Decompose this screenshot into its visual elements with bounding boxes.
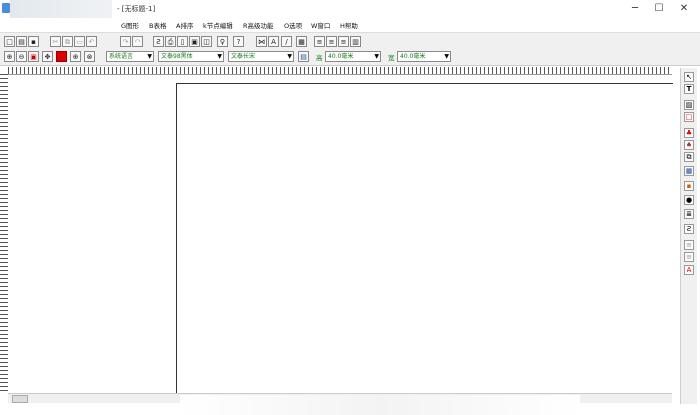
- right-toolbox: ↖ T ▨ □ ♣ ♠ ⧉ ▦ ▪ ● ≣ Ƨ ≡ ≡ A: [680, 68, 697, 404]
- cut-icon[interactable]: ✂: [50, 36, 61, 47]
- text-box-icon[interactable]: A: [268, 36, 279, 47]
- menu-options[interactable]: O选项: [284, 20, 302, 30]
- menu-bar: G图形 B表格 A排序 k节点编辑 R高级功能 O选项 W窗口 H帮助 - ▫ …: [0, 18, 700, 46]
- undo-icon[interactable]: ↶: [86, 36, 97, 47]
- grid-icon[interactable]: ▪: [684, 181, 694, 191]
- maximize-button[interactable]: ☐: [648, 2, 670, 16]
- help-icon[interactable]: ?: [233, 36, 244, 47]
- chevron-down-icon: ▼: [287, 53, 292, 60]
- layer-icon[interactable]: ▤: [298, 51, 309, 62]
- width-input[interactable]: 40.0毫米 ▼: [397, 51, 451, 62]
- fill-icon[interactable]: ♣: [684, 128, 694, 138]
- line-down-icon[interactable]: ≡: [684, 252, 694, 262]
- menu-window[interactable]: W窗口: [311, 20, 330, 30]
- height-label: 高: [316, 54, 323, 62]
- scrollbar-thumb[interactable]: [12, 395, 28, 403]
- text-tool-icon[interactable]: T: [684, 84, 694, 94]
- align-right-icon[interactable]: ≡: [338, 36, 349, 47]
- height-input[interactable]: 40.0毫米 ▼: [325, 51, 381, 62]
- app-icon: [2, 3, 10, 13]
- copy-obj-icon[interactable]: ⧉: [684, 152, 694, 162]
- chevron-down-icon: ▼: [444, 53, 449, 60]
- font-name-select[interactable]: 文泰98黑体 ▼: [158, 51, 224, 62]
- copy-icon[interactable]: ⧉: [62, 36, 73, 47]
- move-icon[interactable]: ✥: [42, 51, 53, 62]
- bold-t-icon[interactable]: Ƨ: [153, 36, 164, 47]
- table-tool-icon[interactable]: ▦: [684, 166, 694, 176]
- image-frame-icon[interactable]: ◫: [201, 36, 212, 47]
- line-up-icon[interactable]: ≡: [684, 240, 694, 250]
- indent-icon[interactable]: Ƨ: [684, 224, 694, 234]
- select-rect-icon[interactable]: ▣: [28, 51, 39, 62]
- menu-graphics[interactable]: G图形: [121, 20, 139, 30]
- stroke-icon[interactable]: ♠: [684, 140, 694, 150]
- text-effect-icon[interactable]: A: [684, 265, 694, 275]
- rect-tool-icon[interactable]: □: [684, 112, 694, 122]
- open-icon[interactable]: ▤: [16, 36, 27, 47]
- format-toolbar: ⊕ ⊖ ▣ ✥ ⊕ ⊗ 系统语言 ▼ 文泰98黑体 ▼ 文泰长宋 ▼ ▤ 高 4…: [0, 48, 700, 66]
- redo-icon[interactable]: ↷: [120, 36, 131, 47]
- path-icon[interactable]: ⋈: [256, 36, 267, 47]
- zoom-out-icon[interactable]: ⊖: [16, 51, 27, 62]
- chevron-down-icon: ▼: [217, 53, 222, 60]
- zoom-in-icon[interactable]: ⊕: [4, 51, 15, 62]
- save-icon[interactable]: ▪: [28, 36, 39, 47]
- menu-sort[interactable]: A排序: [176, 20, 193, 30]
- page-icon[interactable]: ▯: [177, 36, 188, 47]
- print-icon[interactable]: ⎙: [165, 36, 176, 47]
- pointer-icon[interactable]: ↖: [684, 72, 694, 82]
- width-label: 宽: [388, 54, 395, 62]
- chevron-down-icon: ▼: [147, 53, 152, 60]
- zoom-minus-icon[interactable]: ⊗: [84, 51, 95, 62]
- menu-node-edit[interactable]: k节点编辑: [203, 20, 233, 30]
- align-justify-icon[interactable]: ▥: [350, 36, 361, 47]
- paint-icon[interactable]: ●: [684, 195, 694, 205]
- horizontal-ruler: [8, 67, 672, 75]
- close-button[interactable]: ✕: [673, 2, 695, 16]
- font-style-select[interactable]: 文泰长宋 ▼: [228, 51, 294, 62]
- blurred-area: [180, 395, 580, 415]
- title-bar: - [无标题-1] ─ ☐ ✕: [0, 0, 700, 34]
- main-toolbar: □ ▤ ▪ ✂ ⧉ ▭ ↶ ↷ ◠ Ƨ ⎙ ▯ ▣ ◫ ♀ ? ⋈ A / ▦ …: [0, 32, 700, 49]
- text-frame-icon[interactable]: ▦: [296, 36, 307, 47]
- minimize-button[interactable]: ─: [624, 2, 646, 16]
- document-page[interactable]: [176, 83, 673, 394]
- image-tool-icon[interactable]: ▨: [684, 100, 694, 110]
- list-icon[interactable]: ≣: [684, 209, 694, 219]
- menu-table[interactable]: B表格: [149, 20, 166, 30]
- paste-icon[interactable]: ▭: [74, 36, 85, 47]
- language-select[interactable]: 系统语言 ▼: [106, 51, 154, 62]
- bulb-icon[interactable]: ♀: [217, 36, 228, 47]
- zoom-plus-icon[interactable]: ⊕: [70, 51, 81, 62]
- window-title: - [无标题-1]: [117, 5, 156, 13]
- align-left-icon[interactable]: ≡: [314, 36, 325, 47]
- menu-help[interactable]: H帮助: [340, 20, 358, 30]
- chevron-down-icon: ▼: [374, 53, 379, 60]
- align-center-icon[interactable]: ≡: [326, 36, 337, 47]
- italic-icon[interactable]: /: [281, 36, 292, 47]
- arc-text-icon[interactable]: ◠: [132, 36, 143, 47]
- new-icon[interactable]: □: [4, 36, 15, 47]
- menu-advanced[interactable]: R高级功能: [243, 20, 274, 30]
- color-icon[interactable]: [56, 51, 67, 62]
- frame-icon[interactable]: ▣: [189, 36, 200, 47]
